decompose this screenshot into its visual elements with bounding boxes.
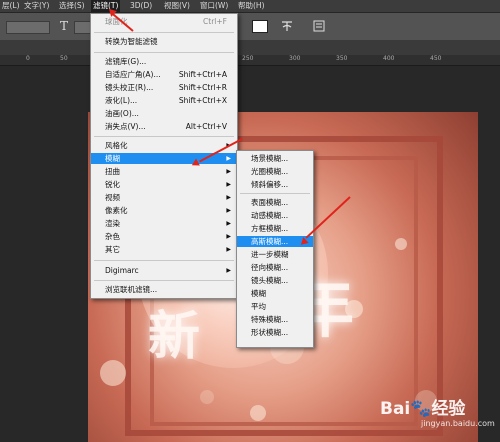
submenu-item-lens-blur[interactable]: 镜头模糊...	[237, 275, 313, 286]
menu-item-adaptive-wide-angle[interactable]: 自适应广角(A)... Shift+Ctrl+A	[91, 69, 237, 80]
submenu-item-tilt-shift[interactable]: 倾斜偏移...	[237, 179, 313, 190]
menu-separator	[94, 136, 234, 137]
menu-item-distort[interactable]: 扭曲 ▶	[91, 166, 237, 177]
submenu-item-blur[interactable]: 模糊	[237, 288, 313, 299]
document-tab-bar	[0, 41, 500, 55]
submenu-item-shape-blur[interactable]: 形状模糊...	[237, 327, 313, 338]
menu-separator	[94, 280, 234, 281]
menu-item-filter-gallery[interactable]: 滤镜库(G)...	[91, 56, 237, 67]
menu-separator	[94, 260, 234, 261]
canvas-text-char-1: 新	[148, 306, 201, 367]
menu-item-vanishing-point[interactable]: 消失点(V)... Alt+Ctrl+V	[91, 121, 237, 132]
menu-item-liquify[interactable]: 液化(L)... Shift+Ctrl+X	[91, 95, 237, 106]
bokeh-dot	[200, 390, 214, 404]
menu-item-pixelate[interactable]: 像素化 ▶	[91, 205, 237, 216]
submenu-item-radial-blur[interactable]: 径向模糊...	[237, 262, 313, 273]
menu-window[interactable]: 窗口(W)	[198, 0, 230, 12]
paw-icon: 🐾	[410, 399, 432, 419]
bokeh-dot	[250, 405, 266, 421]
menu-item-convert-smart-filter[interactable]: 转换为智能滤镜	[91, 36, 237, 47]
menu-separator	[94, 52, 234, 53]
baidu-jingyan-watermark: Bai🐾经验	[380, 394, 465, 419]
menu-select[interactable]: 选择(S)	[57, 0, 87, 12]
submenu-item-field-blur[interactable]: 场景模糊...	[237, 153, 313, 164]
submenu-item-smart-blur[interactable]: 特殊模糊...	[237, 314, 313, 325]
menu-item-sharpen[interactable]: 锐化 ▶	[91, 179, 237, 190]
warp-text-icon[interactable]	[280, 19, 294, 33]
filter-menu: 球面化 Ctrl+F 转换为智能滤镜 滤镜库(G)... 自适应广角(A)...…	[90, 13, 238, 299]
ruler-label: 450	[430, 55, 442, 62]
watermark-url: jingyan.baidu.com	[421, 419, 495, 428]
blur-submenu: 场景模糊... 光圈模糊... 倾斜偏移... 表面模糊... 动感模糊... …	[236, 150, 314, 348]
menu-item-blur[interactable]: 模糊 ▶	[91, 153, 237, 164]
bokeh-dot	[395, 238, 407, 250]
menu-item-browse-online-filters[interactable]: 浏览联机滤镜...	[91, 284, 237, 295]
menu-separator	[94, 32, 234, 33]
ruler-label: 350	[336, 55, 348, 62]
text-color-swatch[interactable]	[252, 20, 268, 33]
menu-view[interactable]: 视图(V)	[162, 0, 192, 12]
ruler-label: 400	[383, 55, 395, 62]
menu-type[interactable]: 文字(Y)	[22, 0, 51, 12]
menu-item-digimarc[interactable]: Digimarc ▶	[91, 265, 237, 276]
menu-3d[interactable]: 3D(D)	[128, 0, 154, 12]
tool-preset-picker[interactable]	[6, 21, 50, 34]
menu-bar: 层(L) 文字(Y) 选择(S) 滤镜(T) 3D(D) 视图(V) 窗口(W)…	[0, 0, 500, 13]
submenu-item-surface-blur[interactable]: 表面模糊...	[237, 197, 313, 208]
menu-item-stylize[interactable]: 风格化 ▶	[91, 140, 237, 151]
options-bar: T	[0, 13, 500, 41]
submenu-arrow-icon: ▶	[226, 194, 231, 201]
menu-item-last-filter[interactable]: 球面化 Ctrl+F	[91, 16, 237, 27]
submenu-arrow-icon: ▶	[226, 207, 231, 214]
submenu-arrow-icon: ▶	[226, 155, 231, 162]
menu-item-other[interactable]: 其它 ▶	[91, 244, 237, 255]
submenu-arrow-icon: ▶	[226, 246, 231, 253]
ruler-label: 250	[242, 55, 254, 62]
ruler-label: 300	[289, 55, 301, 62]
menu-help[interactable]: 帮助(H)	[236, 0, 267, 12]
menu-item-video[interactable]: 视频 ▶	[91, 192, 237, 203]
menu-layer[interactable]: 层(L)	[0, 0, 22, 12]
character-panel-icon[interactable]	[312, 19, 326, 33]
menu-separator	[240, 193, 310, 194]
ruler-label: 0	[26, 55, 30, 62]
submenu-item-box-blur[interactable]: 方框模糊...	[237, 223, 313, 234]
bokeh-dot	[100, 360, 126, 386]
menu-item-noise[interactable]: 杂色 ▶	[91, 231, 237, 242]
ruler-label: 50	[60, 55, 68, 62]
submenu-arrow-icon: ▶	[226, 181, 231, 188]
menu-item-lens-correction[interactable]: 镜头校正(R)... Shift+Ctrl+R	[91, 82, 237, 93]
submenu-arrow-icon: ▶	[226, 233, 231, 240]
menu-item-oil-paint[interactable]: 油画(O)...	[91, 108, 237, 119]
submenu-item-iris-blur[interactable]: 光圈模糊...	[237, 166, 313, 177]
submenu-item-motion-blur[interactable]: 动感模糊...	[237, 210, 313, 221]
submenu-item-blur-more[interactable]: 进一步模糊	[237, 249, 313, 260]
text-orientation-icon[interactable]: T	[60, 19, 68, 33]
submenu-item-average[interactable]: 平均	[237, 301, 313, 312]
submenu-arrow-icon: ▶	[226, 220, 231, 227]
horizontal-ruler: 0 50 100 150 200 250 300 350 400 450	[0, 55, 500, 66]
watermark-brand-suffix: 经验	[431, 399, 466, 419]
watermark-brand: Bai	[380, 399, 411, 419]
menu-item-render[interactable]: 渲染 ▶	[91, 218, 237, 229]
submenu-arrow-icon: ▶	[226, 267, 231, 274]
submenu-arrow-icon: ▶	[226, 168, 231, 175]
